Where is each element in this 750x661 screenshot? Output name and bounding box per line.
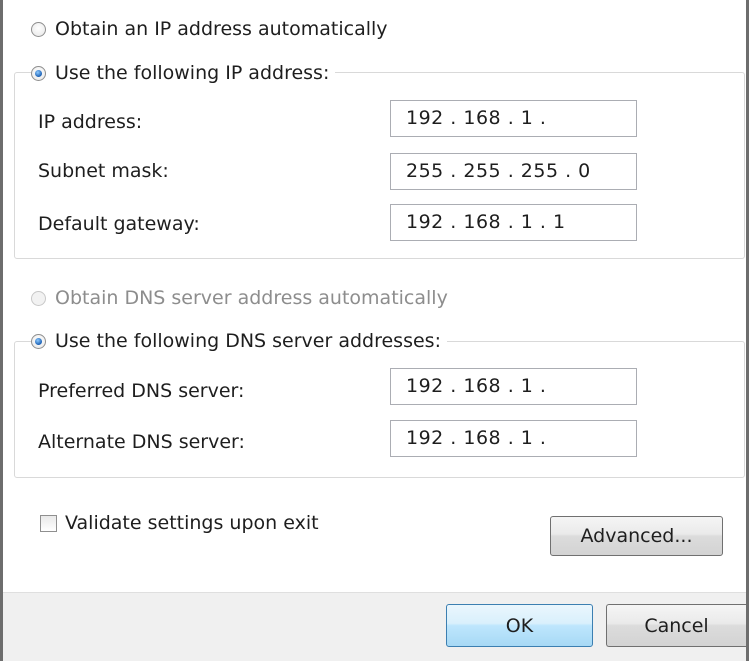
radio-button[interactable] [31, 21, 46, 37]
preferred-dns-label: Preferred DNS server: [38, 380, 245, 402]
window-frame-right [746, 0, 749, 661]
radio-label: Obtain DNS server address automatically [55, 287, 448, 309]
alternate-dns-input[interactable]: 192 . 168 . 1 . [390, 420, 637, 457]
radio-obtain-ip-auto[interactable]: Obtain an IP address automatically [31, 18, 394, 40]
validate-settings-checkbox[interactable]: Validate settings upon exit [40, 512, 319, 534]
cancel-button[interactable]: Cancel [606, 604, 746, 647]
default-gateway-label: Default gateway: [38, 213, 200, 235]
alternate-dns-label: Alternate DNS server: [38, 431, 245, 453]
ip-address-input[interactable]: 192 . 168 . 1 . [390, 100, 637, 137]
checkbox-label: Validate settings upon exit [65, 512, 319, 534]
radio-button[interactable] [31, 333, 46, 349]
ok-button[interactable]: OK [446, 604, 593, 647]
dialog-footer: OK Cancel [3, 592, 746, 661]
advanced-button[interactable]: Advanced... [550, 516, 723, 556]
subnet-mask-label: Subnet mask: [38, 160, 169, 182]
radio-button [31, 290, 46, 306]
dialog-content: Obtain an IP address automatically Use t… [3, 0, 746, 592]
radio-label: Obtain an IP address automatically [55, 18, 388, 40]
radio-use-following-ip[interactable]: Use the following IP address: [31, 62, 336, 84]
subnet-mask-input[interactable]: 255 . 255 . 255 . 0 [390, 153, 637, 190]
default-gateway-input[interactable]: 192 . 168 . 1 . 1 [390, 204, 637, 241]
radio-use-following-dns[interactable]: Use the following DNS server addresses: [31, 330, 447, 352]
dns-server-group [14, 341, 745, 478]
checkbox-box[interactable] [40, 514, 57, 532]
radio-obtain-dns-auto: Obtain DNS server address automatically [31, 287, 454, 309]
radio-button[interactable] [31, 65, 46, 81]
ip-address-label: IP address: [38, 111, 143, 133]
preferred-dns-input[interactable]: 192 . 168 . 1 . [390, 368, 637, 405]
radio-label: Use the following DNS server addresses: [55, 330, 441, 352]
radio-label: Use the following IP address: [55, 62, 330, 84]
